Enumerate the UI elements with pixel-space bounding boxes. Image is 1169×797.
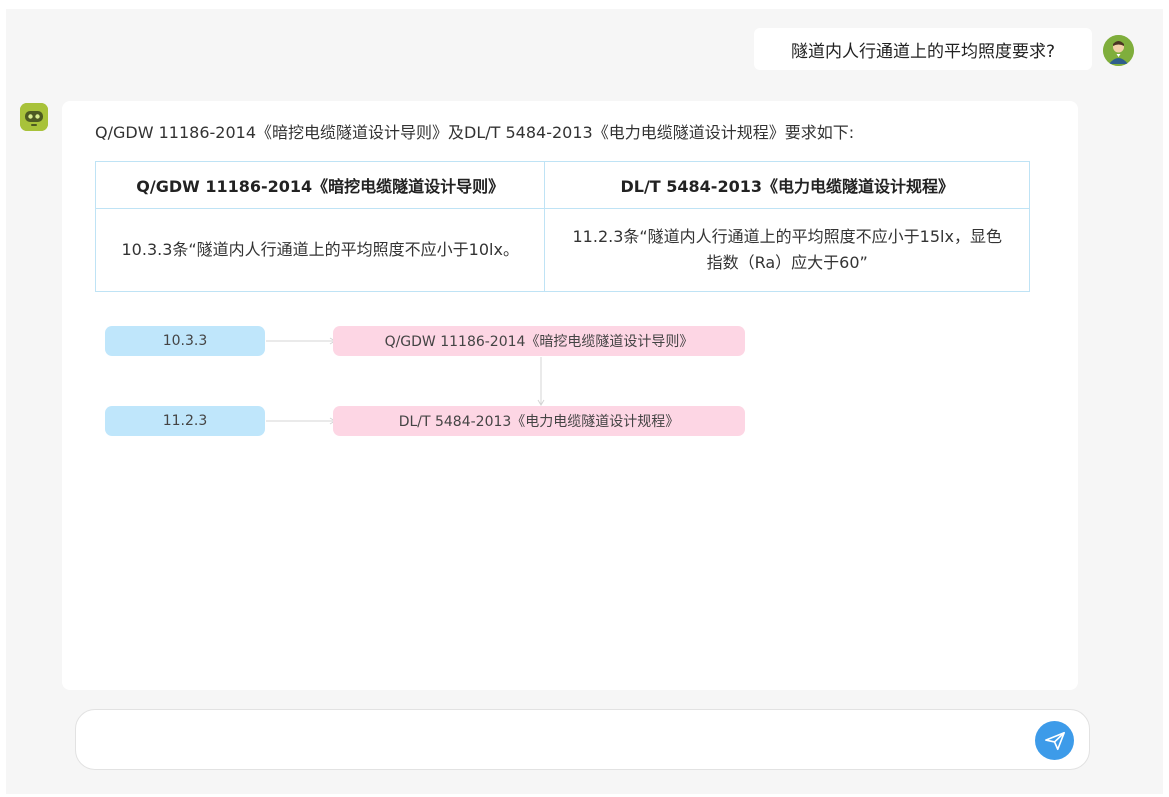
message-input-bar [75,709,1090,770]
table-cell-line: 指数（Ra）应大于60” [706,253,868,272]
table-row: 10.3.3条“隧道内人行通道上的平均照度不应小于10lx。 11.2.3条“隧… [94,208,1030,292]
user-avatar-icon[interactable] [1103,35,1134,66]
flow-node-clause: 10.3.3 [105,326,265,356]
robot-icon [20,103,48,131]
paper-plane-icon [1044,730,1066,752]
table-header-cell: DL/T 5484-2013《电力电缆隧道设计规程》 [544,161,1030,209]
table-cell-line: 11.2.3条“隧道内人行通道上的平均照度不应小于15lx，显色 [572,227,1002,246]
flow-node-standard: Q/GDW 11186-2014《暗挖电缆隧道设计导则》 [333,326,745,356]
table-cell: 11.2.3条“隧道内人行通道上的平均照度不应小于15lx，显色 指数（Ra）应… [544,208,1030,292]
message-input[interactable] [96,724,1020,758]
flow-node-clause: 11.2.3 [105,406,265,436]
answer-intro-text: Q/GDW 11186-2014《暗挖电缆隧道设计导则》及DL/T 5484-2… [95,123,855,142]
answer-card: Q/GDW 11186-2014《暗挖电缆隧道设计导则》及DL/T 5484-2… [62,101,1078,690]
standards-table: Q/GDW 11186-2014《暗挖电缆隧道设计导则》 DL/T 5484-2… [94,161,1030,292]
table-header-row: Q/GDW 11186-2014《暗挖电缆隧道设计导则》 DL/T 5484-2… [94,161,1030,209]
table-header-cell: Q/GDW 11186-2014《暗挖电缆隧道设计导则》 [94,161,546,209]
clause-flow-diagram: 10.3.3 Q/GDW 11186-2014《暗挖电缆隧道设计导则》 11.2… [102,317,762,437]
user-message-text: 隧道内人行通道上的平均照度要求? [790,41,1056,62]
chat-window: 隧道内人行通道上的平均照度要求? Q/GDW 11186-2014《暗挖电缆隧道… [6,9,1163,794]
flow-node-standard: DL/T 5484-2013《电力电缆隧道设计规程》 [333,406,745,436]
send-button[interactable] [1035,721,1074,760]
user-message-bubble: 隧道内人行通道上的平均照度要求? [754,28,1092,70]
table-cell: 10.3.3条“隧道内人行通道上的平均照度不应小于10lx。 [94,208,546,292]
